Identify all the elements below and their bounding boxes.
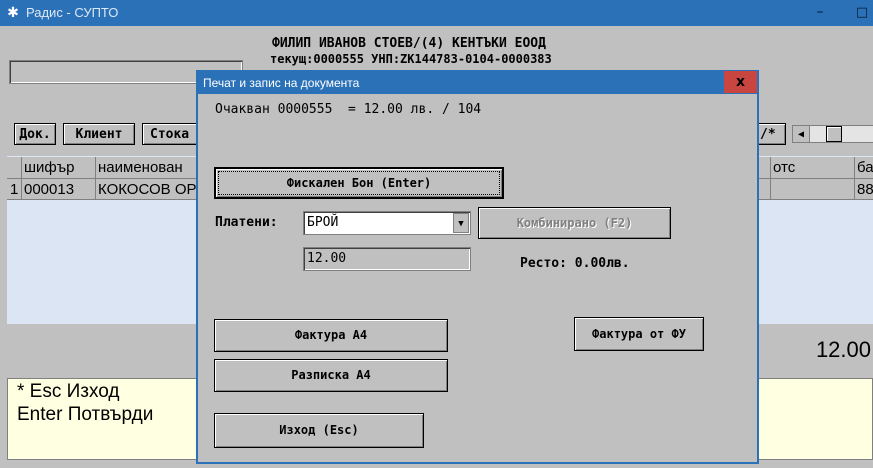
invoice-fu-button[interactable]: Фактура от ФУ <box>574 317 704 351</box>
combined-payment-button[interactable]: Комбинирано (F2) <box>478 207 671 239</box>
hint-enter: Enter Потвърди <box>17 404 154 425</box>
payment-method-value: БРОЙ <box>307 215 339 230</box>
scroll-thumb[interactable] <box>826 126 842 142</box>
row-number: 1 <box>7 179 22 200</box>
expected-amount: Очакван 0000555 = 12.00 лв. / 104 <box>215 102 482 117</box>
column-header-last[interactable]: ба <box>855 157 873 179</box>
column-header-name[interactable]: наименован <box>96 157 198 179</box>
total-amount: 12.00 <box>815 337 871 362</box>
minimize-button[interactable]: – <box>808 2 832 24</box>
doc-button[interactable]: Док. <box>14 123 56 145</box>
column-header-prev[interactable] <box>759 157 771 179</box>
table-row-discount[interactable] <box>771 179 855 200</box>
focus-outline <box>218 171 500 195</box>
title-bar <box>0 0 873 26</box>
table-row-prev[interactable] <box>759 179 771 200</box>
hint-esc: * Esc Изход <box>17 381 120 402</box>
grid-corner <box>7 157 22 179</box>
exit-button[interactable]: Изход (Esc) <box>214 413 424 448</box>
table-row-name[interactable]: КОКОСОВ ОР <box>96 179 198 200</box>
paid-label: Платени: <box>215 215 278 230</box>
column-header-code[interactable]: шифър <box>22 157 96 179</box>
column-header-discount[interactable]: отс <box>771 157 855 179</box>
change-amount: Ресто: 0.00лв. <box>520 256 630 271</box>
slash-button[interactable]: /* <box>758 123 786 145</box>
app-icon: ✱ <box>7 5 19 21</box>
maximize-button[interactable]: □ <box>850 2 873 24</box>
stock-button[interactable]: Стока <box>142 123 198 145</box>
scroll-left-icon[interactable]: ◀ <box>792 125 810 143</box>
print-dialog <box>196 70 759 464</box>
invoice-a4-button[interactable]: Фактура A4 <box>214 319 448 352</box>
client-button[interactable]: Клиент <box>63 123 135 145</box>
company-name: ФИЛИП ИВАНОВ СТОЕВ/(4) КЕНТЪКИ ЕООД <box>272 36 546 51</box>
close-icon[interactable]: x <box>724 71 757 93</box>
dialog-title: Печат и запис на документа <box>203 76 360 90</box>
receipt-info: текущ:0000555 УНП:ZK144783-0104-0000383 <box>270 52 552 66</box>
table-row-code[interactable]: 000013 <box>22 179 96 200</box>
amount-value: 12.00 <box>307 251 347 266</box>
window-title: Радис - СУПТО <box>26 5 119 20</box>
table-row-last[interactable]: 88 <box>855 179 873 200</box>
chevron-down-icon[interactable]: ▼ <box>453 213 469 233</box>
receipt-a4-button[interactable]: Разписка A4 <box>214 359 448 392</box>
